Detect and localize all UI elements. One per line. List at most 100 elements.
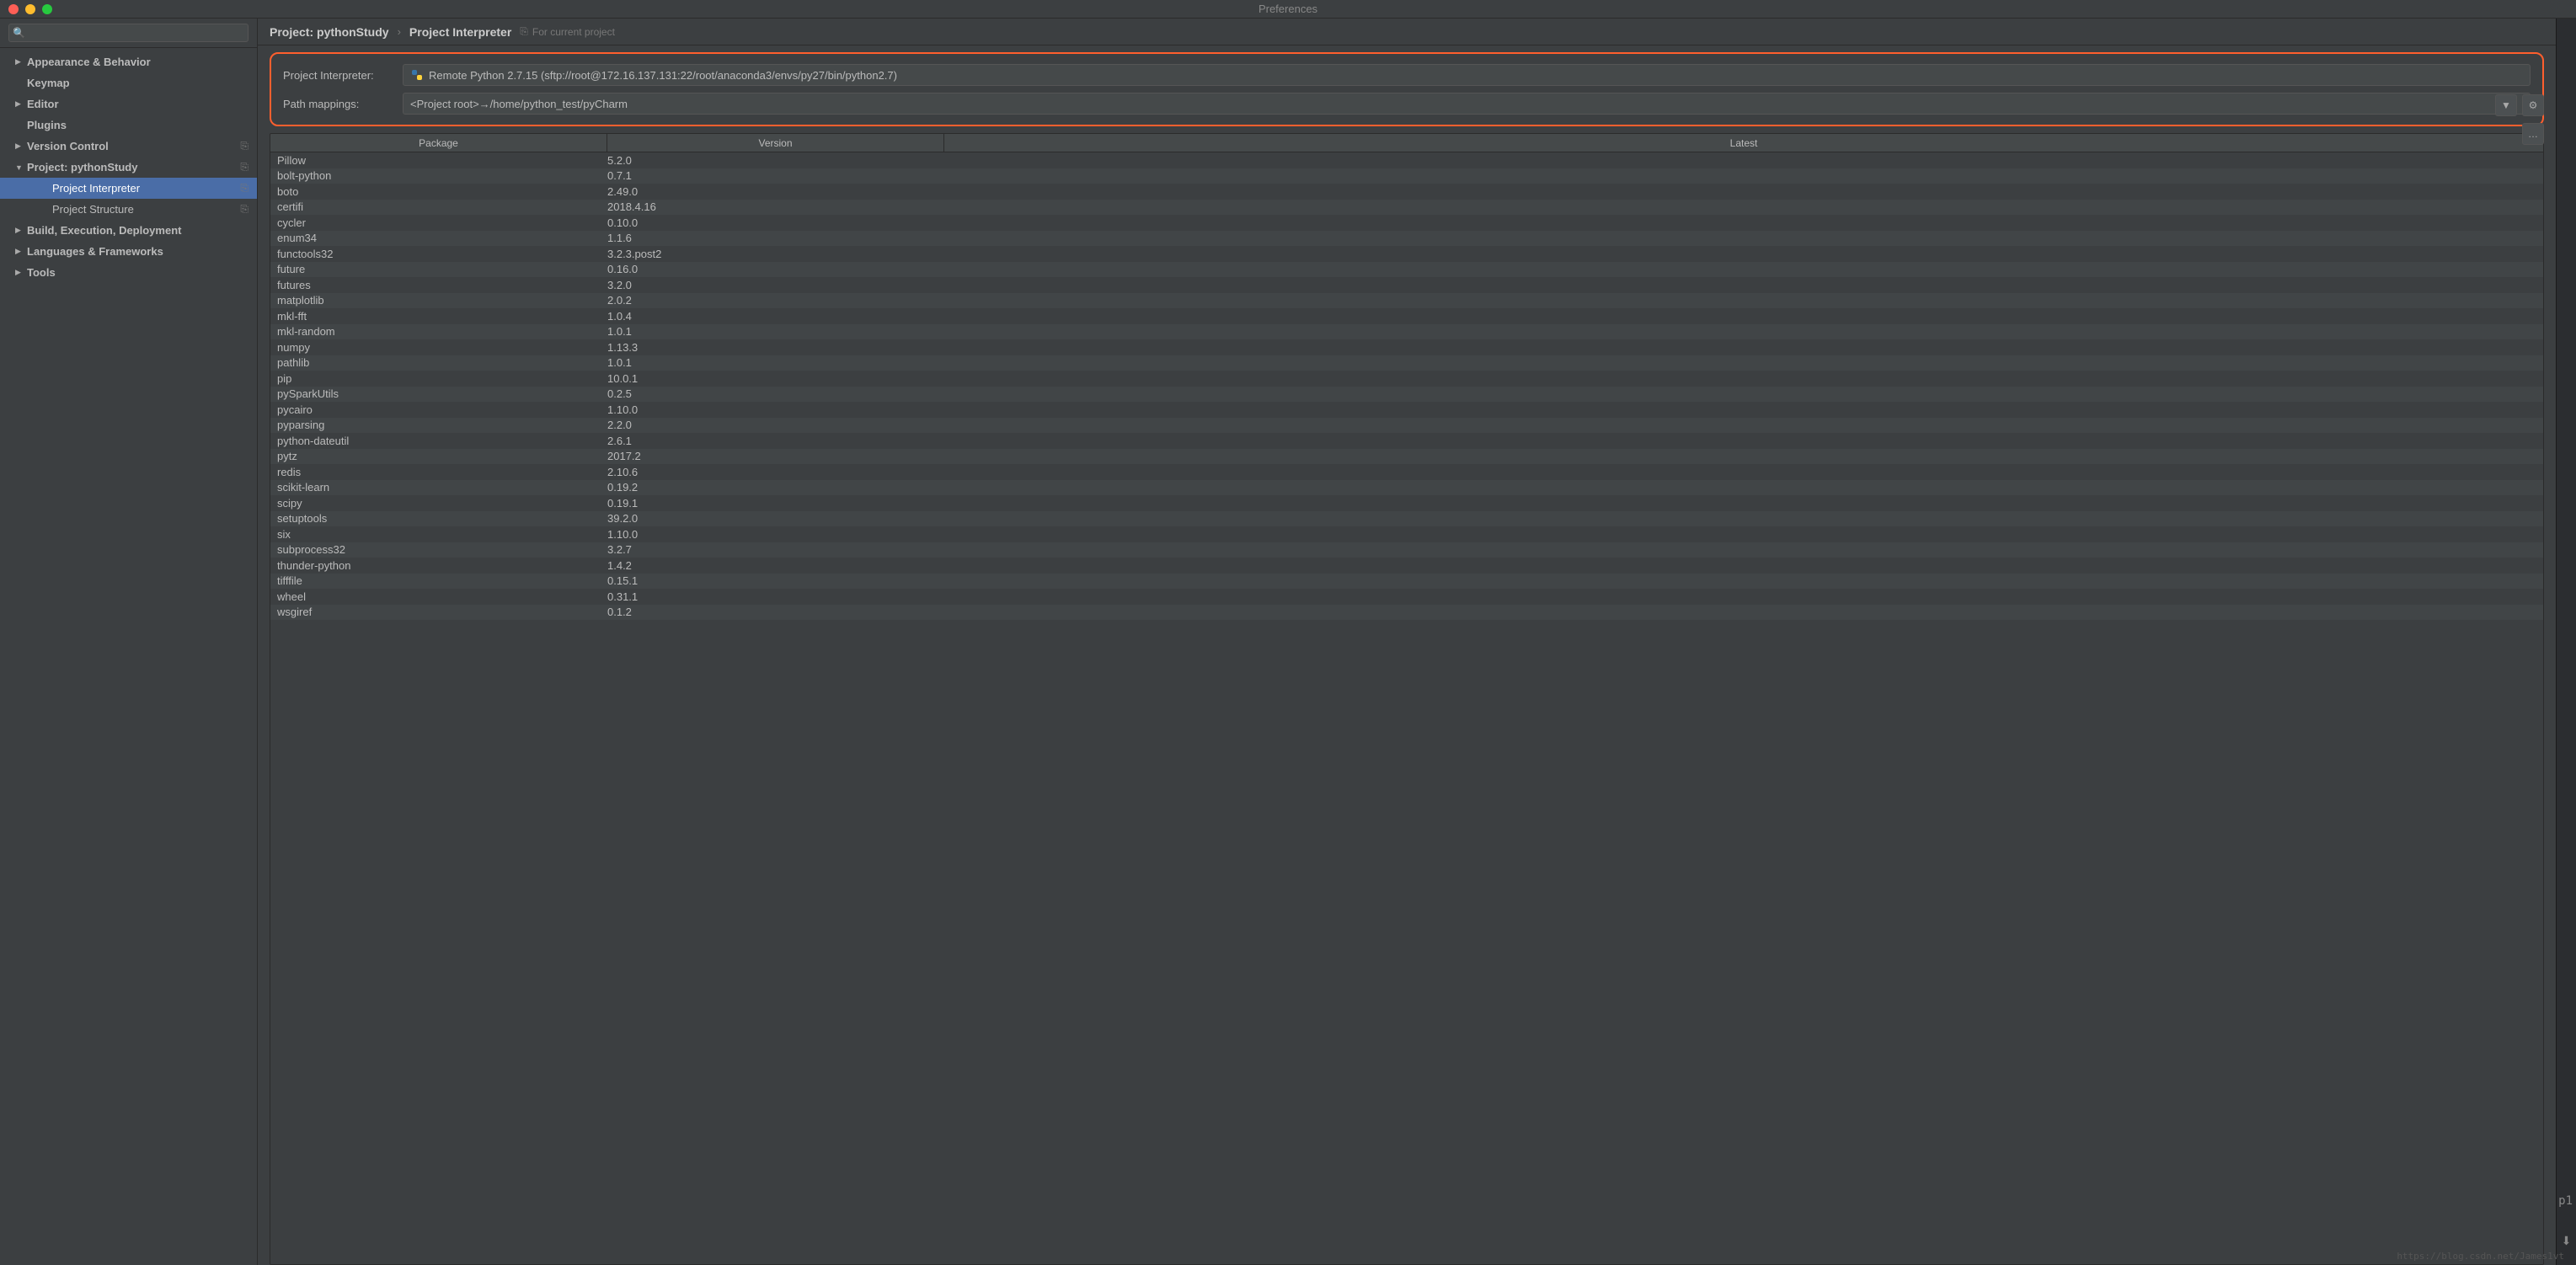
sidebar-item-label: Plugins — [27, 119, 249, 131]
path-mappings-row: Path mappings: <Project root>→/home/pyth… — [271, 89, 2542, 118]
cell-version: 2017.2 — [607, 450, 944, 462]
sidebar-item-label: Version Control — [27, 140, 249, 152]
table-row[interactable]: setuptools39.2.0 — [270, 511, 2543, 527]
table-row[interactable]: Pillow5.2.0 — [270, 152, 2543, 168]
sidebar-item-version-control[interactable]: ▶Version Control⎘ — [0, 136, 257, 157]
th-version[interactable]: Version — [607, 134, 944, 152]
dropdown-arrow-button[interactable]: ▼ — [2495, 94, 2517, 116]
cell-version: 0.2.5 — [607, 387, 944, 400]
table-row[interactable]: pathlib1.0.1 — [270, 355, 2543, 371]
table-row[interactable]: wheel0.31.1 — [270, 589, 2543, 605]
table-row[interactable]: redis2.10.6 — [270, 464, 2543, 480]
sidebar-item-languages-frameworks[interactable]: ▶Languages & Frameworks — [0, 241, 257, 262]
main-panel: Project: pythonStudy › Project Interpret… — [258, 19, 2556, 1265]
sidebar-item-label: Editor — [27, 98, 249, 110]
cell-version: 2018.4.16 — [607, 200, 944, 213]
window-title: Preferences — [1259, 3, 1317, 15]
cell-package: mkl-random — [270, 325, 607, 338]
cell-package: pathlib — [270, 356, 607, 369]
cell-version: 3.2.3.post2 — [607, 248, 944, 260]
table-row[interactable]: pytz2017.2 — [270, 449, 2543, 465]
search-icon: 🔍 — [13, 27, 25, 39]
table-row[interactable]: thunder-python1.4.2 — [270, 558, 2543, 574]
table-row[interactable]: pip10.0.1 — [270, 371, 2543, 387]
search-input[interactable] — [8, 24, 249, 42]
table-row[interactable]: python-dateutil2.6.1 — [270, 433, 2543, 449]
cell-package: python-dateutil — [270, 435, 607, 447]
sidebar-item-editor[interactable]: ▶Editor — [0, 93, 257, 115]
table-row[interactable]: scipy0.19.1 — [270, 495, 2543, 511]
cell-version: 2.0.2 — [607, 294, 944, 307]
sidebar-item-appearance-behavior[interactable]: ▶Appearance & Behavior — [0, 51, 257, 72]
interpreter-row: Project Interpreter: Remote Python 2.7.1… — [271, 61, 2542, 89]
cell-package: setuptools — [270, 512, 607, 525]
table-row[interactable]: future0.16.0 — [270, 262, 2543, 278]
right-gutter: ⬇ — [2556, 19, 2576, 1265]
breadcrumb-sep: › — [398, 25, 401, 38]
table-row[interactable]: pySparkUtils0.2.5 — [270, 387, 2543, 403]
cell-package: numpy — [270, 341, 607, 354]
settings-tree[interactable]: ▶Appearance & BehaviorKeymap▶EditorPlugi… — [0, 48, 257, 1265]
table-row[interactable]: functools323.2.3.post2 — [270, 246, 2543, 262]
download-icon[interactable]: ⬇ — [2562, 1234, 2572, 1248]
titlebar: Preferences — [0, 0, 2576, 19]
arrow-icon: ▶ — [15, 226, 27, 235]
cell-version: 1.10.0 — [607, 403, 944, 416]
cell-package: bolt-python — [270, 169, 607, 182]
cell-package: pyparsing — [270, 419, 607, 431]
table-row[interactable]: enum341.1.6 — [270, 231, 2543, 247]
scope-icon: ⎘ — [240, 182, 249, 195]
cell-version: 0.19.1 — [607, 497, 944, 510]
sidebar-item-label: Build, Execution, Deployment — [27, 224, 249, 237]
cell-package: functools32 — [270, 248, 607, 260]
table-body[interactable]: Pillow5.2.0bolt-python0.7.1boto2.49.0cer… — [270, 152, 2543, 1264]
sidebar-item-build-execution-deployment[interactable]: ▶Build, Execution, Deployment — [0, 220, 257, 241]
table-row[interactable]: pyparsing2.2.0 — [270, 418, 2543, 434]
close-icon[interactable] — [8, 4, 19, 14]
cell-version: 3.2.7 — [607, 543, 944, 556]
table-row[interactable]: tifffile0.15.1 — [270, 574, 2543, 590]
table-row[interactable]: six1.10.0 — [270, 526, 2543, 542]
sidebar-item-keymap[interactable]: Keymap — [0, 72, 257, 93]
sidebar-item-plugins[interactable]: Plugins — [0, 115, 257, 136]
sidebar-item-project-structure[interactable]: Project Structure⎘ — [0, 199, 257, 220]
sidebar-item-label: Tools — [27, 266, 249, 279]
th-latest[interactable]: Latest — [944, 134, 2543, 152]
interpreter-dropdown[interactable]: Remote Python 2.7.15 (sftp://root@172.16… — [403, 64, 2531, 86]
sidebar-item-project-pythonstudy[interactable]: ▼Project: pythonStudy⎘ — [0, 157, 257, 178]
path-mappings-field[interactable]: <Project root>→/home/python_test/pyCharm — [403, 93, 2531, 115]
cell-version: 10.0.1 — [607, 372, 944, 385]
maximize-icon[interactable] — [42, 4, 52, 14]
packages-table: Package Version Latest Pillow5.2.0bolt-p… — [270, 133, 2544, 1265]
cell-package: tifffile — [270, 574, 607, 587]
table-row[interactable]: bolt-python0.7.1 — [270, 168, 2543, 184]
traffic-lights — [0, 4, 52, 14]
table-row[interactable]: mkl-fft1.0.4 — [270, 308, 2543, 324]
table-row[interactable]: scikit-learn0.19.2 — [270, 480, 2543, 496]
table-row[interactable]: wsgiref0.1.2 — [270, 605, 2543, 621]
cell-version: 2.2.0 — [607, 419, 944, 431]
table-row[interactable]: mkl-random1.0.1 — [270, 324, 2543, 340]
path-browse-button[interactable]: … — [2522, 123, 2544, 145]
table-row[interactable]: boto2.49.0 — [270, 184, 2543, 200]
sidebar-item-project-interpreter[interactable]: Project Interpreter⎘ — [0, 178, 257, 199]
cell-package: subprocess32 — [270, 543, 607, 556]
sidebar-item-tools[interactable]: ▶Tools — [0, 262, 257, 283]
table-row[interactable]: subprocess323.2.7 — [270, 542, 2543, 558]
table-row[interactable]: cycler0.10.0 — [270, 215, 2543, 231]
arrow-icon: ▶ — [15, 268, 27, 277]
th-package[interactable]: Package — [270, 134, 607, 152]
cell-package: wheel — [270, 590, 607, 603]
table-row[interactable]: futures3.2.0 — [270, 277, 2543, 293]
minimize-icon[interactable] — [25, 4, 35, 14]
cell-package: thunder-python — [270, 559, 607, 572]
table-row[interactable]: certifi2018.4.16 — [270, 200, 2543, 216]
cell-package: enum34 — [270, 232, 607, 244]
table-row[interactable]: matplotlib2.0.2 — [270, 293, 2543, 309]
gear-icon[interactable]: ⚙ — [2522, 94, 2544, 116]
table-row[interactable]: pycairo1.10.0 — [270, 402, 2543, 418]
cell-package: pySparkUtils — [270, 387, 607, 400]
cell-version: 1.0.1 — [607, 356, 944, 369]
path-mappings-label: Path mappings: — [283, 98, 393, 110]
table-row[interactable]: numpy1.13.3 — [270, 339, 2543, 355]
